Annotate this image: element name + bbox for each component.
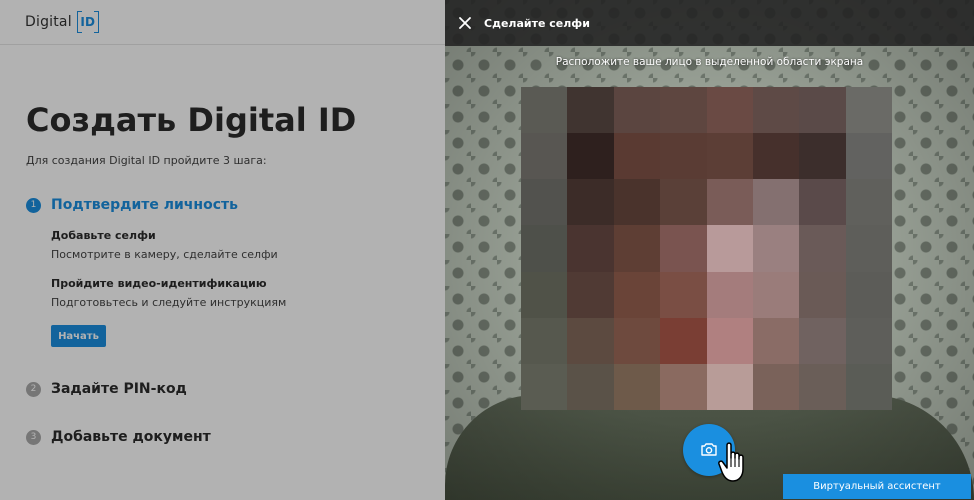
face-pixel-block	[660, 179, 707, 226]
face-pixel-block	[799, 271, 846, 318]
virtual-assistant-button[interactable]: Виртуальный ассистент	[783, 474, 971, 499]
face-pixel-block	[845, 317, 892, 364]
face-pixelated	[521, 87, 892, 410]
modal-dim-overlay[interactable]	[0, 0, 445, 500]
face-pixel-block	[799, 225, 846, 272]
hand-cursor-icon	[718, 442, 744, 482]
face-pixel-block	[845, 225, 892, 272]
face-pixel-block	[660, 87, 707, 134]
face-pixel-block	[567, 271, 614, 318]
camera-topbar: Сделайте селфи	[445, 0, 974, 46]
face-pixel-block	[613, 271, 661, 318]
face-pixel-block	[706, 271, 753, 318]
face-pixel-block	[752, 225, 800, 272]
face-pixel-block	[521, 363, 568, 410]
face-pixel-block	[752, 363, 800, 410]
face-pixel-block	[613, 225, 661, 272]
face-pixel-block	[567, 225, 614, 272]
face-pixel-block	[706, 363, 753, 410]
face-pixel-block	[521, 179, 568, 226]
face-pixel-block	[660, 225, 707, 272]
face-pixel-block	[845, 179, 892, 226]
face-pixel-block	[845, 133, 892, 180]
face-pixel-block	[706, 225, 753, 272]
camera-icon	[701, 441, 717, 460]
face-pixel-block	[799, 363, 846, 410]
face-pixel-block	[613, 87, 661, 134]
face-pixel-block	[660, 133, 707, 180]
face-pixel-block	[845, 271, 892, 318]
face-pixel-block	[521, 133, 568, 180]
face-pixel-block	[752, 271, 800, 318]
face-pixel-block	[752, 317, 800, 364]
face-pixel-block	[567, 317, 614, 364]
face-pixel-block	[799, 179, 846, 226]
face-pixel-block	[567, 363, 614, 410]
face-pixel-block	[521, 225, 568, 272]
face-pixel-block	[799, 133, 846, 180]
face-pixel-block	[567, 87, 614, 134]
face-pixel-block	[613, 133, 661, 180]
face-pixel-block	[660, 363, 707, 410]
face-pixel-block	[752, 179, 800, 226]
face-pixel-block	[706, 87, 753, 134]
face-pixel-block	[521, 87, 568, 134]
face-pixel-block	[799, 317, 846, 364]
face-pixel-block	[613, 179, 661, 226]
face-pixel-block	[567, 179, 614, 226]
selfie-camera-panel: Сделайте селфи Расположите ваше лицо в в…	[445, 0, 974, 500]
face-pixel-block	[845, 87, 892, 134]
face-pixel-block	[521, 317, 568, 364]
face-pixel-block	[706, 179, 753, 226]
face-pixel-block	[706, 317, 753, 364]
face-pixel-block	[706, 133, 753, 180]
face-pixel-block	[752, 133, 800, 180]
face-pixel-block	[752, 87, 800, 134]
face-pixel-block	[521, 271, 568, 318]
face-pixel-block	[660, 271, 707, 318]
face-pixel-block	[799, 87, 846, 134]
face-pixel-block	[660, 317, 707, 364]
close-icon[interactable]	[446, 0, 484, 46]
face-pixel-block	[845, 363, 892, 410]
camera-title: Сделайте селфи	[484, 16, 590, 30]
face-pixel-block	[567, 133, 614, 180]
face-frame	[521, 87, 892, 410]
face-pixel-block	[613, 363, 661, 410]
face-pixel-block	[613, 317, 661, 364]
camera-instruction: Расположите ваше лицо в выделенной облас…	[555, 56, 864, 68]
